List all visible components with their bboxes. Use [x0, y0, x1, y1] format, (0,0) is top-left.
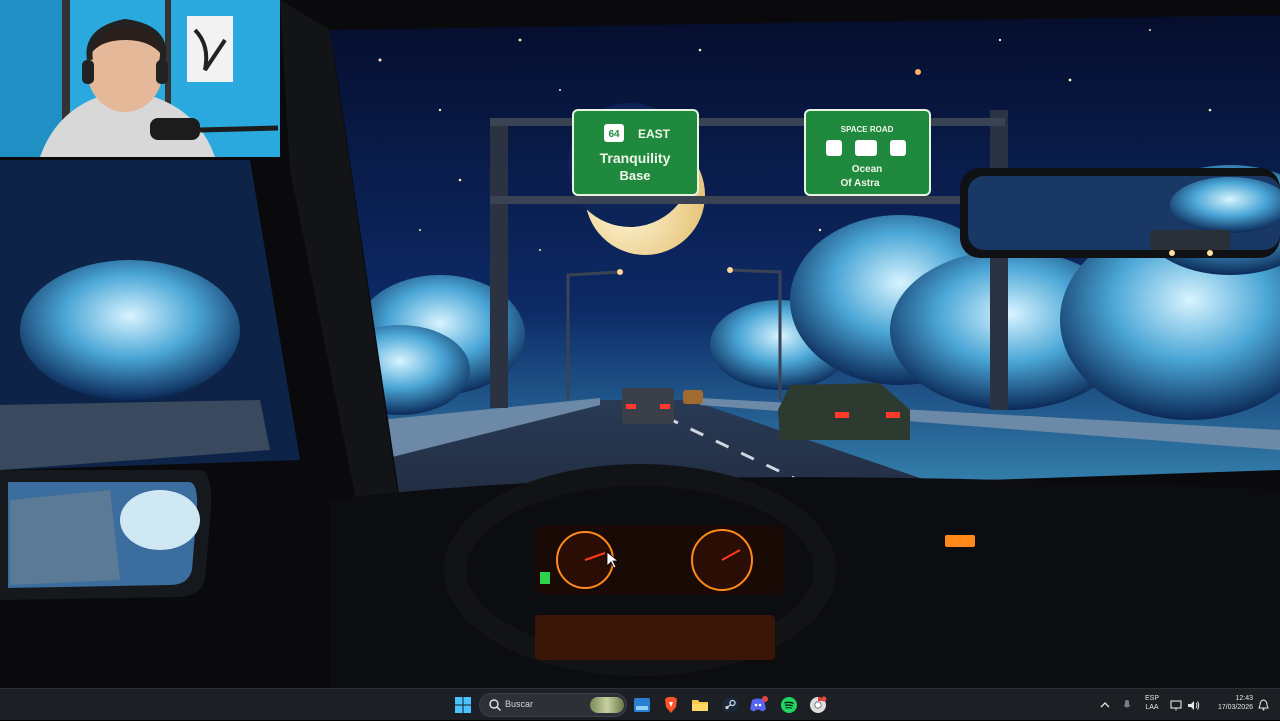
language-code: ESP — [1144, 695, 1159, 702]
side-mirror — [0, 470, 212, 600]
highway-sign-right: SPACE ROAD Ocean Of Astra — [804, 109, 931, 196]
sign-left-direction: EAST — [638, 127, 671, 141]
dashboard — [330, 477, 1280, 688]
search-icon — [489, 699, 501, 711]
highway-sign-left: 64 EAST Tranquility Base — [572, 109, 699, 196]
search-highlight-image — [590, 697, 624, 713]
microphone-tray-button[interactable] — [1118, 689, 1136, 721]
search-label: Buscar — [505, 699, 534, 709]
volume-icon — [1187, 700, 1199, 710]
brave-icon — [665, 697, 677, 713]
notifications-button[interactable] — [1256, 689, 1270, 721]
rearview-mirror — [960, 168, 1280, 258]
bell-icon — [1257, 699, 1269, 711]
car-ahead — [622, 388, 674, 424]
sign-left-line2: Base — [619, 168, 650, 183]
network-icon — [1170, 699, 1182, 710]
microphone-icon — [1123, 700, 1131, 708]
volume-tray-button[interactable] — [1185, 689, 1201, 721]
widgets-icon — [634, 698, 650, 712]
discord-icon — [750, 696, 768, 712]
steam-icon — [722, 697, 738, 713]
taskbar-steam[interactable] — [718, 693, 742, 717]
chrome-icon — [810, 696, 827, 713]
clock-time: 12:43 — [1235, 695, 1253, 702]
webcam-overlay — [0, 0, 280, 157]
keyboard-layout: LAA — [1145, 704, 1159, 711]
taskbar-clock[interactable]: 12:43 17/03/2026 — [1203, 694, 1253, 712]
taskbar-search-box[interactable]: Buscar — [479, 693, 627, 717]
taskbar-file-explorer[interactable] — [688, 693, 712, 717]
start-button[interactable] — [451, 693, 475, 717]
taskbar: Buscar ESP LAA 12:43 17/03/2026 — [0, 688, 1280, 720]
sign-left-route: 64 — [608, 129, 620, 140]
desktop: 64 EAST Tranquility Base SPACE ROAD Ocea… — [0, 0, 1280, 688]
taskbar-widgets[interactable] — [630, 693, 654, 717]
sign-right-top: SPACE ROAD — [841, 125, 894, 134]
spotify-icon — [781, 697, 797, 713]
tray-overflow-button[interactable] — [1096, 689, 1114, 721]
file-explorer-icon — [692, 700, 708, 711]
sign-right-line1: Ocean — [852, 164, 883, 175]
clock-date: 17/03/2026 — [1217, 704, 1253, 711]
chevron-up-icon — [1100, 702, 1110, 708]
taskbar-brave[interactable] — [659, 693, 683, 717]
windows-start-icon — [455, 697, 471, 713]
input-language-indicator[interactable]: ESP LAA — [1141, 694, 1163, 712]
network-tray-button[interactable] — [1168, 689, 1184, 721]
taskbar-discord[interactable] — [747, 693, 771, 717]
sign-left-line1: Tranquility — [600, 150, 671, 166]
sign-right-line2: Of Astra — [840, 178, 880, 189]
taskbar-spotify[interactable] — [777, 693, 801, 717]
taskbar-chrome[interactable] — [806, 693, 830, 717]
